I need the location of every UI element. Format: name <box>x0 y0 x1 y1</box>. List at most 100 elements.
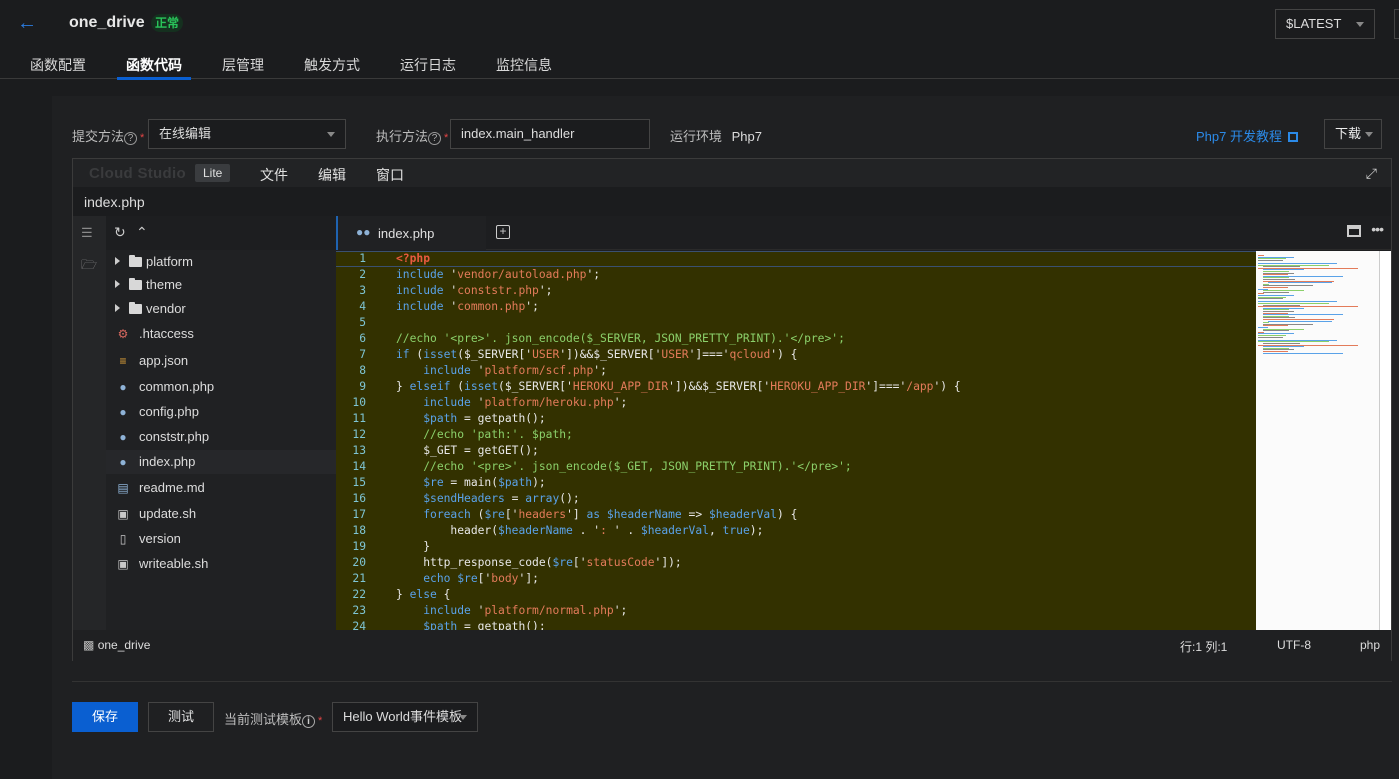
function-title: one_drive <box>69 14 145 31</box>
chevron-right-icon[interactable] <box>115 280 120 288</box>
tree-item-update-sh[interactable]: ▣ update.sh <box>106 502 336 526</box>
tree-item-writeable-sh[interactable]: ▣ writeable.sh <box>106 552 336 576</box>
menu-window[interactable]: 窗口 <box>376 165 404 185</box>
ide-status-bar: ▩ one_drive 行:1 列:1 UTF-8 php <box>73 630 1391 661</box>
line-number: 23 <box>352 604 366 617</box>
tree-item-htaccess[interactable]: ⚙ .htaccess <box>106 322 336 346</box>
current-file-bar: index.php <box>73 187 1391 216</box>
encoding[interactable]: UTF-8 <box>1277 638 1311 652</box>
tab-monitoring[interactable]: 监控信息 <box>496 55 552 79</box>
code-line: include 'platform/normal.php'; <box>423 604 628 617</box>
version-select[interactable]: $LATEST <box>1275 9 1375 39</box>
tutorial-link[interactable]: Php7 开发教程 <box>1196 126 1298 145</box>
tree-item-vendor[interactable]: vendor <box>106 297 336 321</box>
submit-method-select[interactable]: 在线编辑 <box>148 119 346 149</box>
tree-item-label: version <box>139 531 181 546</box>
code-line: http_response_code($re['statusCode']); <box>423 556 682 569</box>
tree-item-config-php[interactable]: ● config.php <box>106 400 336 424</box>
minimap-line <box>1262 291 1290 293</box>
tree-item-version[interactable]: ▯ version <box>106 527 336 551</box>
download-button[interactable]: 下载 <box>1324 119 1382 149</box>
top-bar: ← one_drive 正常 $LATEST <box>0 0 1399 46</box>
file-tree: ↻ ⌃ platform theme vendor ⚙ .htaccess ≡ app.js… <box>106 216 336 630</box>
php-elephant-icon: ● <box>119 380 127 394</box>
collapse-icon[interactable]: ⌃ <box>136 224 148 241</box>
line-number: 10 <box>352 396 366 409</box>
cloud-studio-logo: Cloud Studio <box>89 165 186 182</box>
chevron-down-icon <box>1356 22 1364 27</box>
handler-input[interactable]: index.main_handler <box>450 119 650 149</box>
refresh-icon[interactable]: ↻ <box>114 224 126 241</box>
minimap[interactable] <box>1256 251 1379 630</box>
cursor-position: 行:1 列:1 <box>1180 640 1228 654</box>
line-number: 20 <box>352 556 366 569</box>
tree-item-index-php[interactable]: ● index.php <box>106 450 336 474</box>
editor-scrollbar[interactable] <box>1379 251 1391 630</box>
code-line: $path = getpath(); <box>423 620 546 630</box>
code-line: $sendHeaders = array(); <box>423 492 580 505</box>
minimap-line <box>1267 320 1333 322</box>
code-line: include 'conststr.php'; <box>396 284 553 297</box>
tree-item-label: .htaccess <box>139 326 194 341</box>
tab-layer-management[interactable]: 层管理 <box>222 55 264 79</box>
minimap-line <box>1262 330 1290 332</box>
line-number: 13 <box>352 444 366 457</box>
more-icon[interactable]: ••• <box>1371 221 1384 237</box>
tree-item-common-php[interactable]: ● common.php <box>106 375 336 399</box>
line-number: 14 <box>352 460 366 473</box>
minimap-line <box>1262 352 1344 354</box>
test-button[interactable]: 测试 <box>148 702 214 732</box>
tab-logs[interactable]: 运行日志 <box>400 55 456 79</box>
editor-tabstrip: ●● index.php + ••• <box>336 216 1391 250</box>
help-icon[interactable]: ? <box>428 132 442 145</box>
tree-item-theme[interactable]: theme <box>106 273 336 297</box>
tree-item-conststr-php[interactable]: ● conststr.php <box>106 425 336 449</box>
folder-icon <box>129 255 142 267</box>
line-number: 24 <box>352 620 366 630</box>
tree-item-label: app.json <box>139 353 189 368</box>
tree-item-readme-md[interactable]: ▤ readme.md <box>106 476 336 500</box>
folder-icon <box>129 278 142 290</box>
tab-function-config[interactable]: 函数配置 <box>30 55 86 79</box>
tree-item-label: conststr.php <box>139 429 210 444</box>
code-area[interactable]: 1 <?php 2 include 'vendor/autoload.php'; 3 in… <box>336 251 1256 630</box>
line-number: 2 <box>359 268 366 281</box>
cloud-studio-ide: Cloud Studio Lite 文件 编辑 窗口 ⤢ index.php ☰… <box>72 158 1392 661</box>
outline-icon[interactable]: ☰ <box>81 225 99 241</box>
chevron-right-icon[interactable] <box>115 257 120 265</box>
language-mode[interactable]: php <box>1360 638 1380 652</box>
info-icon[interactable]: i <box>302 715 316 728</box>
fullscreen-icon[interactable]: ⤢ <box>1366 165 1377 182</box>
terminal-icon: ▣ <box>117 557 129 571</box>
code-line: header($headerName . ': ' . $headerVal, … <box>450 524 764 537</box>
menu-edit[interactable]: 编辑 <box>318 165 346 185</box>
code-line: //echo 'path:'. $path; <box>423 428 573 441</box>
editor-tab[interactable]: ●● index.php <box>336 216 486 250</box>
tree-item-label: writeable.sh <box>139 556 209 571</box>
tree-item-platform[interactable]: platform <box>106 250 336 274</box>
overflow-button[interactable] <box>1394 9 1399 39</box>
divider <box>72 681 1392 682</box>
help-icon[interactable]: ? <box>124 132 138 145</box>
tab-trigger[interactable]: 触发方式 <box>304 55 360 79</box>
tab-function-code[interactable]: 函数代码 <box>117 55 191 80</box>
test-template-select[interactable]: Hello World事件模板 <box>332 702 478 732</box>
line-number: 21 <box>352 572 366 585</box>
split-window-icon[interactable] <box>1347 225 1361 237</box>
tree-item-app-json[interactable]: ≡ app.json <box>106 349 336 373</box>
folder-open-icon[interactable]: 🗁 <box>81 256 99 272</box>
folder-icon <box>129 302 142 314</box>
line-number: 16 <box>352 492 366 505</box>
code-line: include 'common.php'; <box>396 300 539 313</box>
menu-file[interactable]: 文件 <box>260 165 288 185</box>
new-tab-icon[interactable]: + <box>496 225 510 239</box>
chevron-right-icon[interactable] <box>115 304 120 312</box>
line-number: 1 <box>359 252 366 265</box>
book-icon: ▤ <box>117 481 129 495</box>
save-button[interactable]: 保存 <box>72 702 138 732</box>
tree-item-label: update.sh <box>139 506 197 521</box>
minimap-line <box>1258 298 1284 300</box>
minimap-line <box>1258 259 1284 261</box>
back-arrow-icon[interactable]: ← <box>17 12 39 34</box>
tree-item-label: platform <box>146 254 193 269</box>
